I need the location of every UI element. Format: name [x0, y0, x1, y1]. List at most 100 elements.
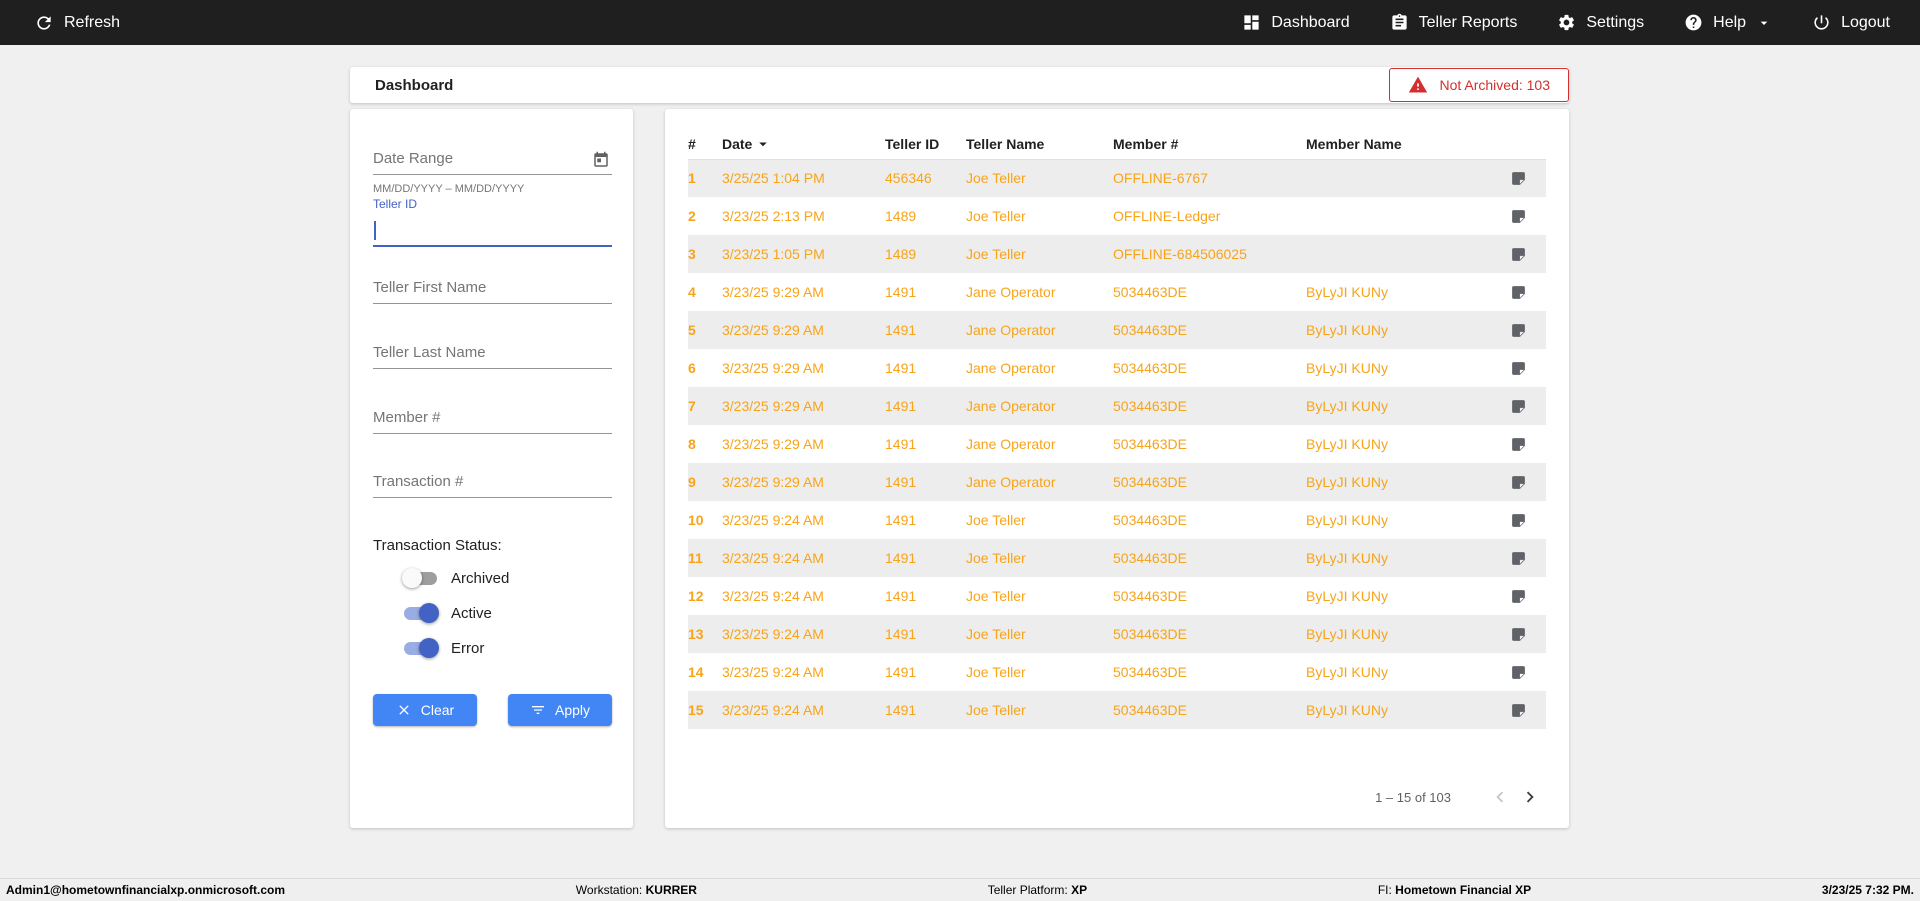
clear-button-label: Clear — [420, 702, 455, 718]
teller-first-name-input[interactable] — [373, 272, 612, 304]
page-title: Dashboard — [375, 76, 454, 94]
toggle-error[interactable]: Error — [404, 637, 509, 659]
note-icon[interactable] — [1510, 626, 1546, 643]
note-icon[interactable] — [1510, 512, 1546, 529]
logged-in-user: Admin1@hometownfinancialxp.onmicrosoft.c… — [6, 883, 286, 897]
row-number: 6 — [688, 360, 696, 376]
clear-button[interactable]: Clear — [373, 694, 477, 726]
date-range-input[interactable] — [373, 143, 612, 175]
teller-id-label: Teller ID — [373, 197, 418, 211]
note-icon[interactable] — [1510, 284, 1546, 301]
row-member-name: ByLyJI KUNy — [1306, 550, 1388, 566]
row-member-name: ByLyJI KUNy — [1306, 664, 1388, 680]
toggle-switch[interactable] — [402, 567, 437, 588]
row-member-number: OFFLINE-684506025 — [1113, 246, 1247, 262]
table-header-row: # Date Teller ID Teller Name Member # Me… — [688, 129, 1546, 160]
table-row[interactable]: 2 3/23/25 2:13 PM 1489 Joe Teller OFFLIN… — [688, 197, 1546, 235]
table-row[interactable]: 13 3/23/25 9:24 AM 1491 Joe Teller 50344… — [688, 615, 1546, 653]
apply-button[interactable]: Apply — [508, 694, 612, 726]
row-number: 1 — [688, 170, 696, 187]
table-row[interactable]: 8 3/23/25 9:29 AM 1491 Jane Operator 503… — [688, 425, 1546, 463]
table-row[interactable]: 4 3/23/25 9:29 AM 1491 Jane Operator 503… — [688, 273, 1546, 311]
nav-logout[interactable]: Logout — [1812, 13, 1890, 32]
row-teller-id: 1491 — [885, 474, 917, 490]
row-member-number: OFFLINE-Ledger — [1113, 208, 1221, 224]
row-date: 3/23/25 9:24 AM — [722, 588, 824, 604]
row-date: 3/23/25 9:24 AM — [722, 626, 824, 642]
toggle-active[interactable]: Active — [404, 602, 509, 624]
calendar-icon[interactable] — [592, 151, 610, 169]
col-date-label: Date — [722, 135, 753, 152]
top-navigation-bar: Refresh Dashboard Teller Reports Setting… — [0, 0, 1920, 45]
refresh-button[interactable]: Refresh — [34, 13, 120, 33]
table-row[interactable]: 12 3/23/25 9:24 AM 1491 Joe Teller 50344… — [688, 577, 1546, 615]
transaction-number-field — [373, 466, 612, 498]
note-icon[interactable] — [1510, 588, 1546, 605]
row-date: 3/23/25 9:29 AM — [722, 474, 824, 490]
status-toggle-list: Archived Active Error — [402, 567, 509, 659]
date-range-field — [373, 143, 612, 175]
note-icon[interactable] — [1510, 550, 1546, 567]
table-row[interactable]: 3 3/23/25 1:05 PM 1489 Joe Teller OFFLIN… — [688, 235, 1546, 273]
chevron-down-icon — [1756, 15, 1772, 31]
nav-settings[interactable]: Settings — [1557, 13, 1644, 32]
note-icon[interactable] — [1510, 702, 1546, 719]
row-number: 7 — [688, 398, 696, 414]
clipboard-report-icon — [1390, 13, 1409, 32]
note-icon[interactable] — [1510, 360, 1546, 377]
help-icon — [1684, 13, 1703, 32]
topbar-nav: Dashboard Teller Reports Settings Help L… — [1242, 13, 1890, 32]
table-row[interactable]: 14 3/23/25 9:24 AM 1491 Joe Teller 50344… — [688, 653, 1546, 691]
row-teller-id: 1491 — [885, 588, 917, 604]
note-icon[interactable] — [1510, 170, 1546, 187]
toggle-archived[interactable]: Archived — [402, 567, 509, 589]
dashboard-icon — [1242, 13, 1261, 32]
member-number-input[interactable] — [373, 402, 612, 434]
table-row[interactable]: 7 3/23/25 9:29 AM 1491 Jane Operator 503… — [688, 387, 1546, 425]
row-number: 9 — [688, 474, 696, 490]
note-icon[interactable] — [1510, 474, 1546, 491]
table-row[interactable]: 10 3/23/25 9:24 AM 1491 Joe Teller 50344… — [688, 501, 1546, 539]
teller-id-input[interactable] — [373, 211, 612, 247]
nav-teller-reports-label: Teller Reports — [1418, 13, 1518, 31]
date-range-format-hint: MM/DD/YYYY – MM/DD/YYYY — [373, 183, 525, 195]
row-teller-name: Jane Operator — [966, 284, 1056, 300]
filter-icon — [530, 702, 546, 718]
row-teller-name: Jane Operator — [966, 436, 1056, 452]
row-teller-id: 456346 — [885, 170, 932, 187]
table-row[interactable]: 11 3/23/25 9:24 AM 1491 Joe Teller 50344… — [688, 539, 1546, 577]
col-teller-name: Teller Name — [966, 129, 1113, 160]
row-member-number: 5034463DE — [1113, 284, 1187, 300]
note-icon[interactable] — [1510, 436, 1546, 453]
table-row[interactable]: 9 3/23/25 9:29 AM 1491 Jane Operator 503… — [688, 463, 1546, 501]
row-member-number: 5034463DE — [1113, 474, 1187, 490]
toggle-switch[interactable] — [404, 637, 439, 658]
table-row[interactable]: 15 3/23/25 9:24 AM 1491 Joe Teller 50344… — [688, 691, 1546, 729]
note-icon[interactable] — [1510, 664, 1546, 681]
note-icon[interactable] — [1510, 208, 1546, 225]
col-date[interactable]: Date — [722, 129, 885, 160]
table-row[interactable]: 6 3/23/25 9:29 AM 1491 Jane Operator 503… — [688, 349, 1546, 387]
status-bar: Admin1@hometownfinancialxp.onmicrosoft.c… — [0, 878, 1920, 901]
nav-help[interactable]: Help — [1684, 13, 1772, 32]
note-icon[interactable] — [1510, 246, 1546, 263]
note-icon[interactable] — [1510, 322, 1546, 339]
table-row[interactable]: 5 3/23/25 9:29 AM 1491 Jane Operator 503… — [688, 311, 1546, 349]
nav-dashboard[interactable]: Dashboard — [1242, 13, 1350, 32]
nav-logout-label: Logout — [1841, 13, 1890, 31]
note-icon[interactable] — [1510, 398, 1546, 415]
col-teller-id: Teller ID — [885, 129, 966, 160]
table-row[interactable]: 1 3/25/25 1:04 PM 456346 Joe Teller OFFL… — [688, 159, 1546, 197]
warning-icon — [1408, 75, 1428, 95]
row-member-number: 5034463DE — [1113, 626, 1187, 642]
nav-teller-reports[interactable]: Teller Reports — [1390, 13, 1518, 32]
row-teller-id: 1491 — [885, 664, 917, 680]
previous-page-button[interactable] — [1485, 782, 1515, 812]
pagination-range: 1 – 15 of 103 — [1375, 789, 1451, 805]
row-member-name: ByLyJI KUNy — [1306, 512, 1388, 528]
transaction-number-input[interactable] — [373, 466, 612, 498]
next-page-button[interactable] — [1515, 782, 1545, 812]
toggle-switch[interactable] — [404, 602, 439, 623]
teller-last-name-input[interactable] — [373, 337, 612, 369]
row-date: 3/23/25 9:24 AM — [722, 664, 824, 680]
